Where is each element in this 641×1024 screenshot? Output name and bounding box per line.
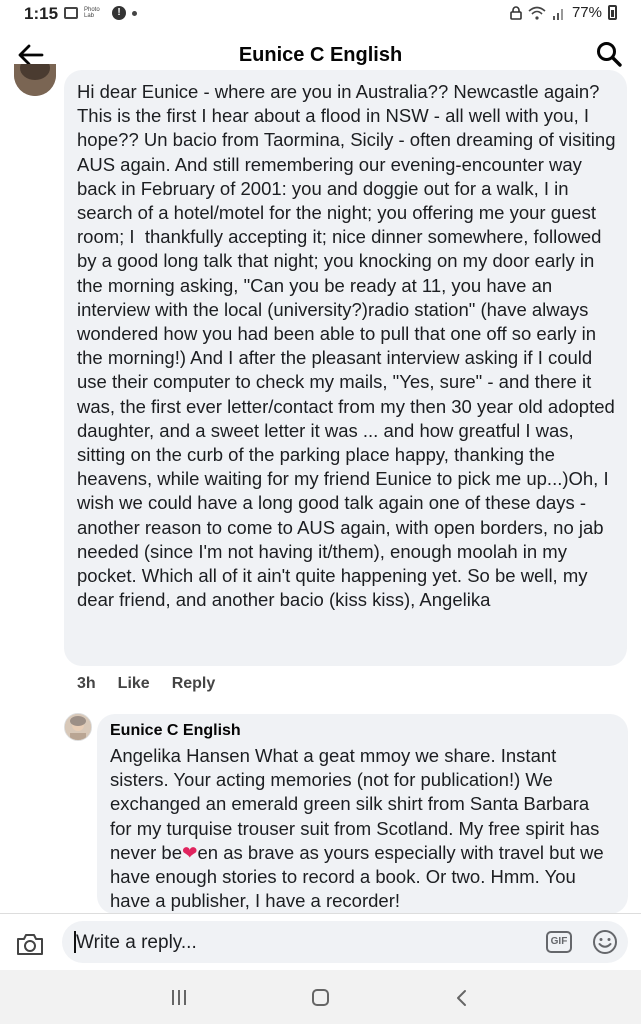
comment-time: 3h	[77, 675, 96, 692]
heart-emoji-icon: ❤	[182, 841, 198, 863]
wifi-icon	[528, 6, 546, 20]
avatar[interactable]	[14, 64, 56, 96]
page-title: Eunice C English	[238, 44, 403, 66]
status-time: 1:15	[24, 4, 59, 23]
reply-input-placeholder: Write a reply...	[76, 932, 197, 953]
comment-actions: 3h Like Reply	[77, 675, 237, 693]
gif-button[interactable]: GIF	[546, 931, 572, 953]
comment-text: Hi dear Eunice - where are you in Austra…	[77, 81, 620, 611]
battery-percent: 77%	[571, 4, 602, 21]
reply-button[interactable]: Reply	[172, 675, 216, 693]
reply-avatar[interactable]	[64, 713, 92, 741]
gallery-icon	[64, 7, 78, 19]
reply-input[interactable]: Write a reply... GIF	[62, 921, 628, 963]
status-system-icons: 77%	[510, 4, 617, 21]
recent-apps-icon[interactable]	[172, 990, 190, 1005]
status-bar: 1:15 Photo Lab ! 77%	[0, 0, 641, 28]
reply-author[interactable]: Eunice C English	[110, 722, 241, 740]
reply-bubble: Eunice C English Angelika Hansen What a …	[97, 714, 628, 914]
status-notification-icons: Photo Lab !	[64, 6, 137, 20]
more-notifications-icon	[132, 10, 137, 16]
photo-lab-icon: Photo Lab	[84, 7, 100, 19]
signal-icon	[552, 8, 563, 20]
search-icon[interactable]	[595, 40, 623, 68]
battery-icon	[608, 5, 617, 20]
like-button[interactable]: Like	[118, 675, 150, 693]
chevron-left-icon[interactable]	[452, 988, 472, 1008]
smiley-icon[interactable]	[592, 929, 618, 955]
camera-icon[interactable]	[16, 932, 44, 956]
reply-composer: Write a reply... GIF	[0, 913, 641, 971]
home-icon[interactable]	[312, 989, 329, 1006]
alert-icon: !	[112, 6, 126, 20]
comment-bubble: Hi dear Eunice - where are you in Austra…	[64, 70, 627, 666]
system-nav-bar	[0, 970, 641, 1024]
reply-text: Angelika Hansen What a geat mmoy we shar…	[110, 744, 610, 913]
lock-icon	[510, 5, 522, 20]
